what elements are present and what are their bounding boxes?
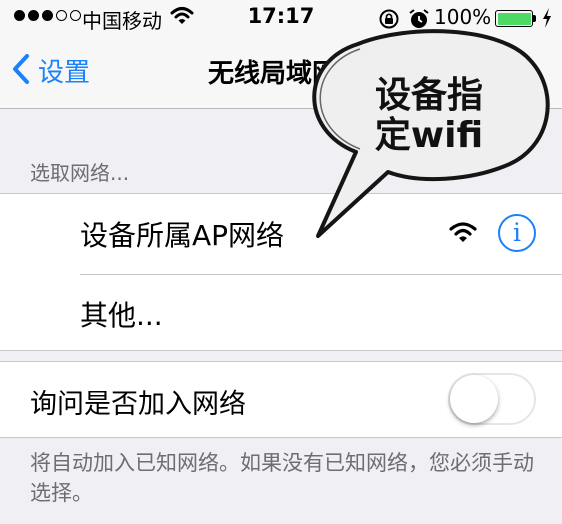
annotation-line-2: 定wifi [374, 115, 484, 156]
chevron-left-icon [12, 53, 30, 88]
rotation-lock-icon [378, 8, 400, 34]
toggle-knob [450, 375, 498, 423]
battery-tip [533, 15, 536, 22]
ask-to-join-label: 询问是否加入网络 [30, 389, 246, 420]
network-row-other[interactable]: 其他... [0, 274, 562, 352]
wifi-signal-icon [449, 221, 477, 247]
network-name: 设备所属AP网络 [80, 219, 285, 252]
info-button[interactable]: i [498, 214, 536, 252]
footer-note: 将自动加入已知网络。如果没有已知网络，您必须手动选择。 [30, 451, 534, 505]
network-row-ap[interactable]: 设备所属AP网络 i [0, 194, 562, 272]
other-network-label: 其他... [80, 299, 163, 332]
status-bar: 中国移动 17:17 100% [0, 0, 562, 36]
ask-to-join-toggle[interactable] [448, 373, 536, 425]
back-button[interactable]: 设置 [12, 52, 90, 89]
page-title: 无线局域网 [208, 59, 339, 89]
back-button-label: 设置 [38, 58, 91, 88]
section-header-networks: 选取网络... [30, 161, 130, 185]
charging-bolt-icon [541, 7, 553, 33]
alarm-icon [408, 8, 430, 34]
network-list: 设备所属AP网络 i 其他... [0, 193, 562, 351]
battery-icon [495, 10, 533, 27]
settings-screen: 中国移动 17:17 100% 设置 无线局域网 选取网络... 设备所属AP网… [0, 0, 562, 524]
ask-to-join-group: 询问是否加入网络 [0, 361, 562, 438]
battery-level-fill [497, 12, 531, 25]
battery-percent: 100% [434, 5, 492, 29]
navigation-bar: 设置 无线局域网 [0, 36, 562, 109]
